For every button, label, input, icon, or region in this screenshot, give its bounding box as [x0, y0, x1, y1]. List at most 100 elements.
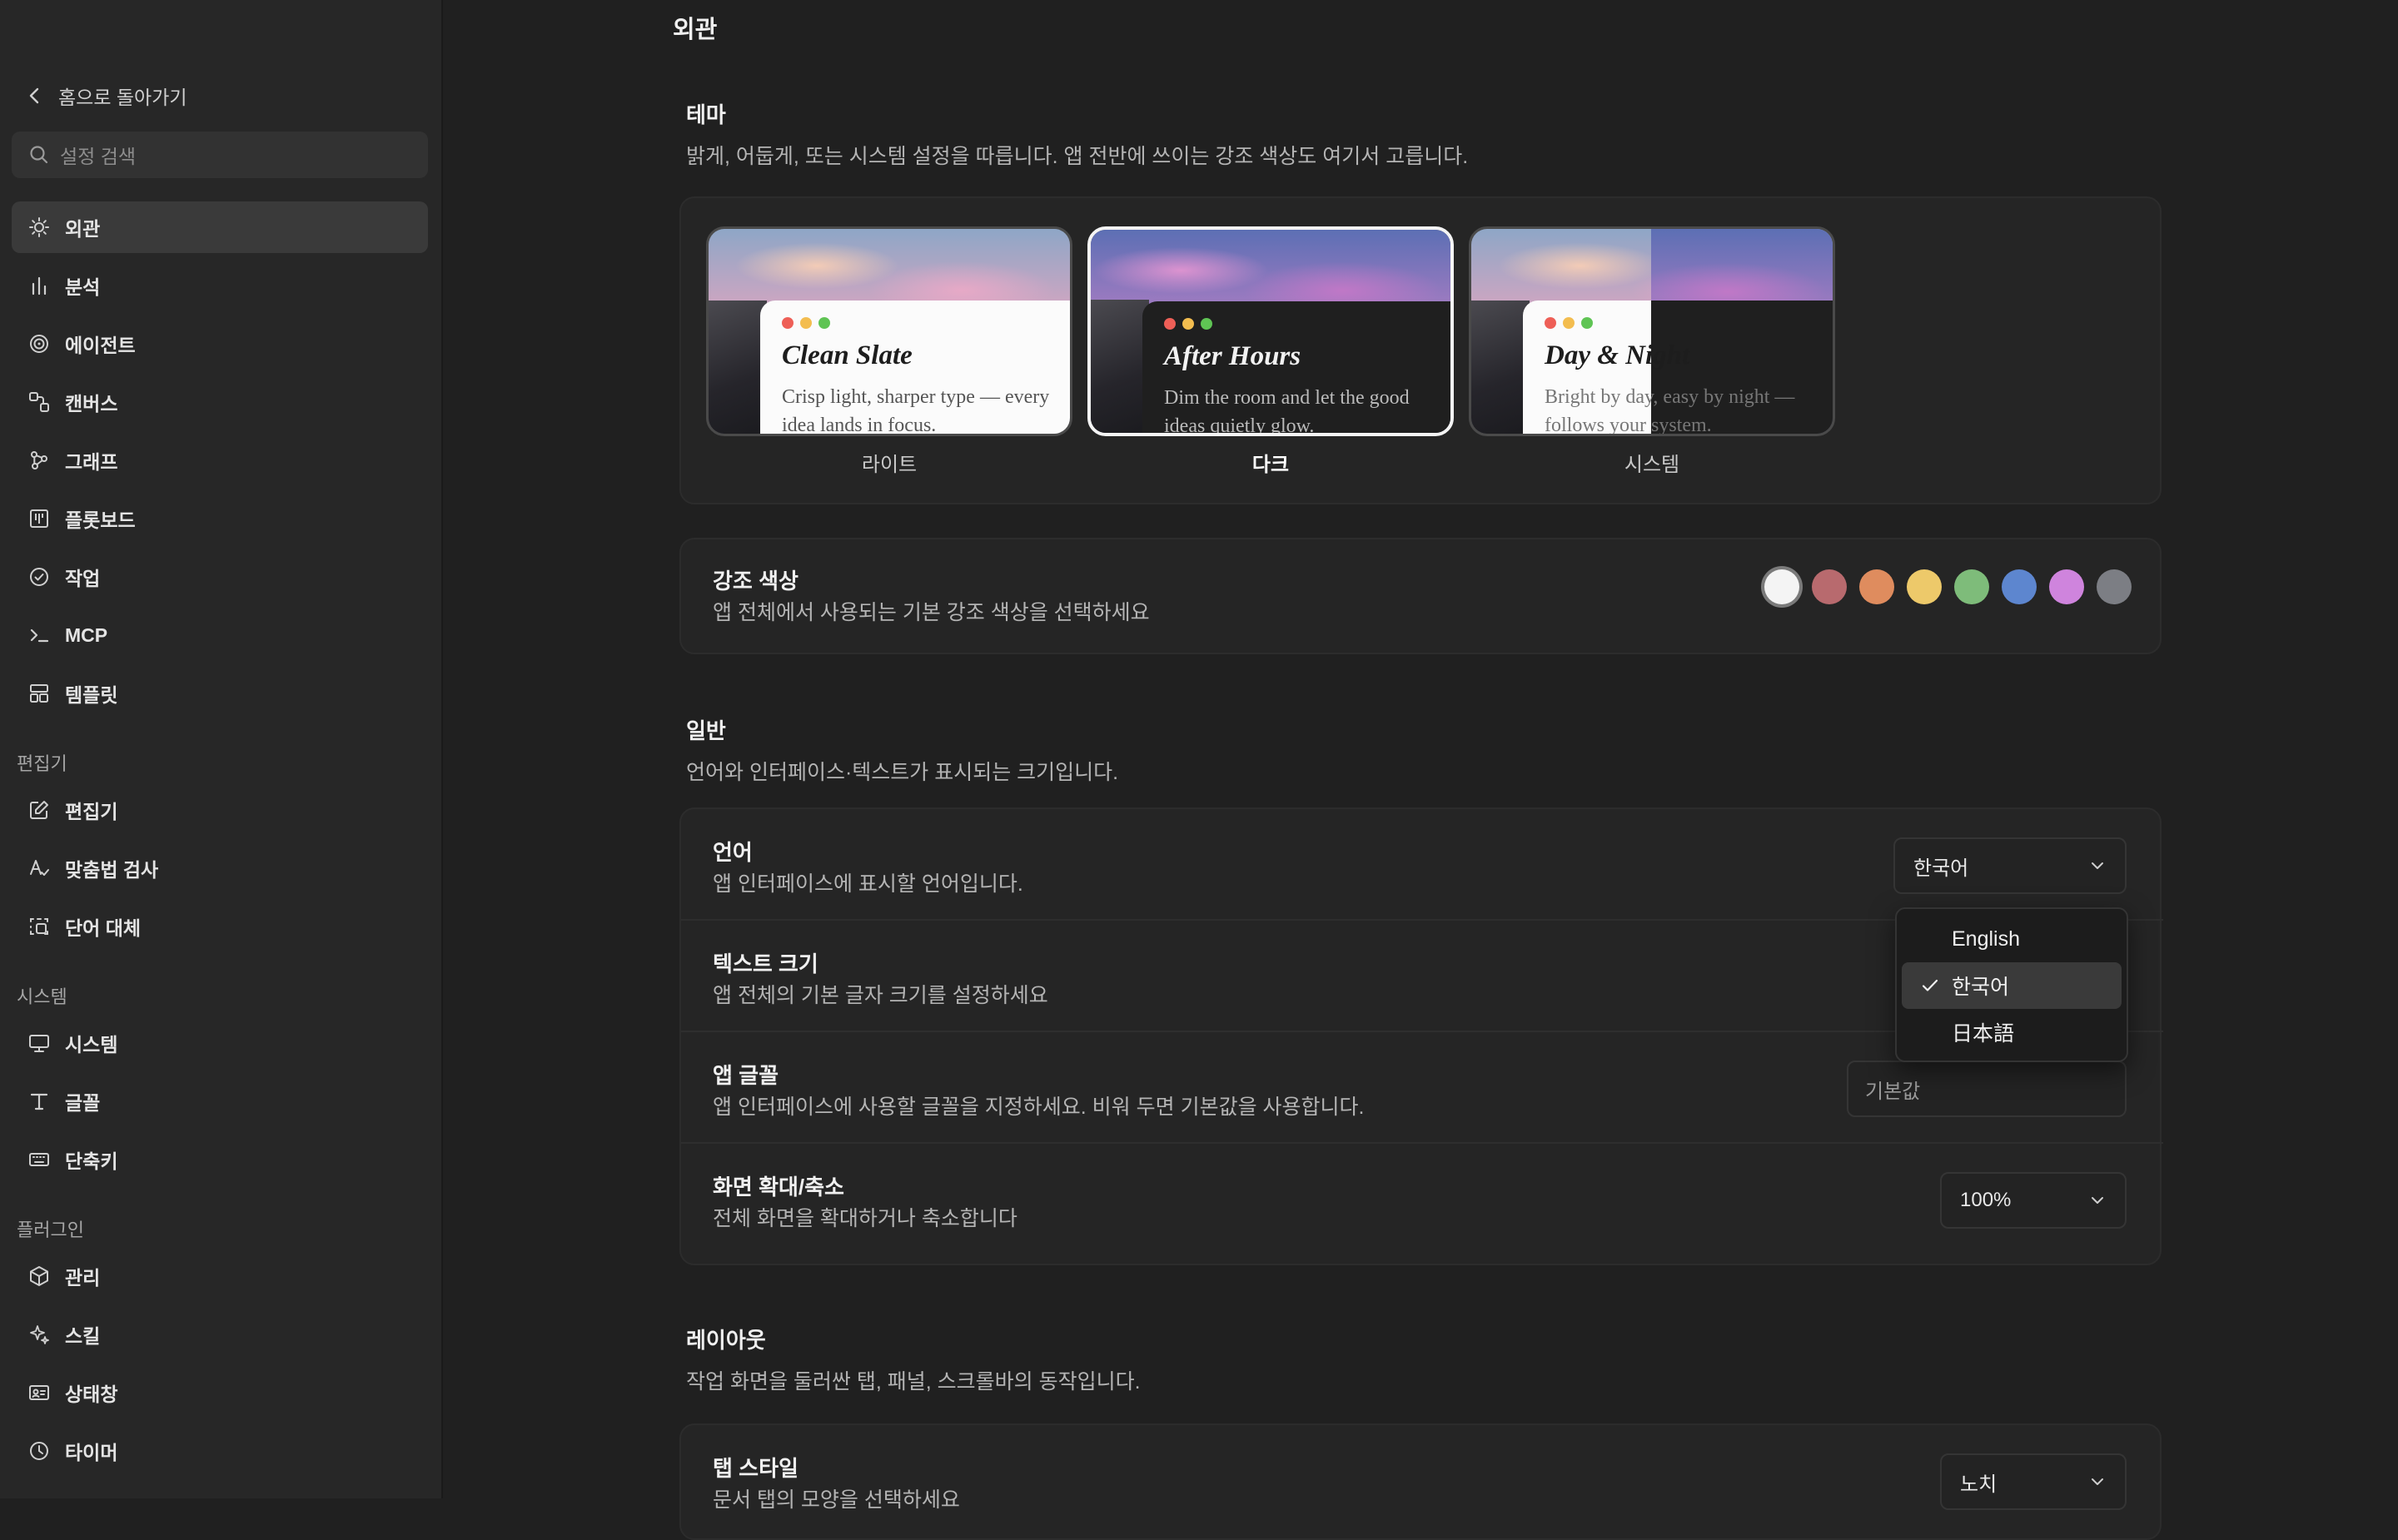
- template-icon: [30, 684, 48, 703]
- sidebar-item-graph[interactable]: 그래프: [12, 435, 428, 486]
- sidebar-item-label: 스킬: [65, 1325, 101, 1347]
- language-option-korean[interactable]: 한국어: [1902, 962, 2122, 1009]
- settings-main: 외관 테마 밝게, 어둡게, 또는 시스템 설정을 따릅니다. 앱 전반에 쓰이…: [445, 0, 2398, 1540]
- sidebar-item-word-replace[interactable]: 단어 대체: [12, 901, 428, 952]
- accent-color-card: 강조 색상 앱 전체에서 사용되는 기본 강조 색상을 선택하세요: [679, 538, 2162, 654]
- accent-swatch-white[interactable]: [1764, 569, 1799, 604]
- sidebar-item-shortcuts[interactable]: 단축키: [12, 1134, 428, 1185]
- layout-card: 탭 스타일 문서 탭의 모양을 선택하세요 노치: [679, 1423, 2162, 1540]
- sidebar-item-label: 작업: [65, 568, 101, 589]
- traffic-dot: [1581, 317, 1593, 329]
- theme-window-light: Clean Slate Crisp light, sharper type — …: [760, 301, 1070, 434]
- language-desc: 앱 인터페이스에 표시할 언어입니다.: [713, 872, 1023, 896]
- type-icon: [30, 1093, 48, 1110]
- accent-swatch-blue[interactable]: [2002, 569, 2037, 604]
- general-section-title: 일반: [686, 718, 726, 743]
- sidebar-item-analytics[interactable]: 분석: [12, 260, 428, 311]
- theme-section-title: 테마: [686, 102, 726, 127]
- sidebar-item-label: 단축키: [65, 1150, 118, 1172]
- chevron-down-icon: [2092, 1478, 2103, 1485]
- app-font-desc: 앱 인터페이스에 사용할 글꼴을 지정하세요. 비워 두면 기본값을 사용합니다…: [713, 1095, 1365, 1119]
- theme-label: 라이트: [861, 454, 918, 476]
- sidebar-item-templates[interactable]: 템플릿: [12, 668, 428, 719]
- edit-icon: [30, 801, 48, 819]
- sparkle-icon: [30, 1325, 49, 1344]
- sidebar-item-system[interactable]: 시스템: [12, 1017, 428, 1069]
- app-font-input[interactable]: 기본값: [1847, 1061, 2127, 1117]
- tab-style-select[interactable]: 노치: [1940, 1453, 2127, 1510]
- language-row: 언어 앱 인터페이스에 표시할 언어입니다. 한국어: [681, 809, 2163, 921]
- sidebar-item-tasks[interactable]: 작업: [12, 551, 428, 603]
- sidebar-item-plotboard[interactable]: 플롯보드: [12, 493, 428, 544]
- accent-swatch-red[interactable]: [1812, 569, 1847, 604]
- terminal-icon: [30, 628, 49, 643]
- back-to-home-link[interactable]: 홈으로 돌아가기: [27, 80, 187, 112]
- clock-icon: [30, 1442, 48, 1460]
- replace-icon: [30, 918, 48, 935]
- accent-swatch-orange[interactable]: [1859, 569, 1894, 604]
- chevron-down-icon: [2092, 1197, 2103, 1204]
- zoom-desc: 전체 화면을 확대하거나 축소합니다: [713, 1207, 1017, 1230]
- theme-label: 시스템: [1624, 454, 1680, 476]
- language-option-label: 한국어: [1952, 976, 2010, 999]
- check-icon: [1922, 979, 1938, 991]
- accent-swatch-yellow[interactable]: [1907, 569, 1942, 604]
- sidebar-item-canvas[interactable]: 캔버스: [12, 376, 428, 428]
- sidebar-item-label: 타이머: [65, 1442, 118, 1463]
- accent-swatches: [1764, 569, 2132, 604]
- theme-window-dark: After Hours Dim the room and let the goo…: [1142, 301, 1450, 433]
- sidebar-item-spellcheck[interactable]: 맞춤법 검사: [12, 842, 428, 894]
- theme-desc: Bright by day, easy by night — follows y…: [1545, 386, 1795, 436]
- general-section-desc: 언어와 인터페이스·텍스트가 표시되는 크기입니다.: [686, 761, 1119, 784]
- theme-name: Clean Slate: [782, 340, 913, 370]
- sun-icon: [29, 217, 49, 237]
- monitor-icon: [29, 1035, 49, 1052]
- sidebar: 홈으로 돌아가기 설정 검색 외관 분석 에이전트 캔버스 그래프 플롯보드 작…: [0, 0, 443, 1498]
- sidebar-item-appearance[interactable]: 외관: [12, 201, 428, 253]
- sidebar-item-label: 에이전트: [65, 335, 136, 356]
- sidebar-item-label: 맞춤법 검사: [65, 859, 159, 881]
- theme-preview-system: Day & Night Bright by day, easy by night…: [1469, 226, 1835, 436]
- sidebar-item-label: 편집기: [65, 801, 118, 822]
- zoom-select[interactable]: 100%: [1940, 1172, 2127, 1229]
- sidebar-item-mcp[interactable]: MCP: [12, 609, 428, 661]
- traffic-dot: [1545, 317, 1556, 329]
- language-option-label: 日本語: [1952, 1022, 2015, 1046]
- sidebar-item-manage[interactable]: 관리: [12, 1250, 428, 1302]
- accent-swatch-purple[interactable]: [2049, 569, 2084, 604]
- language-dropdown-menu: English 한국어 日本語: [1895, 907, 2128, 1062]
- language-select-value: 한국어: [1913, 857, 1969, 880]
- accent-swatch-green[interactable]: [1954, 569, 1989, 604]
- tab-style-desc: 문서 탭의 모양을 선택하세요: [713, 1488, 960, 1512]
- chevron-left-icon: [29, 87, 39, 104]
- zoom-select-value: 100%: [1960, 1189, 2012, 1211]
- sidebar-item-editor[interactable]: 편집기: [12, 784, 428, 836]
- language-option-english[interactable]: English: [1902, 916, 2122, 962]
- language-select[interactable]: 한국어: [1893, 837, 2127, 894]
- sidebar-item-label: 그래프: [65, 451, 118, 473]
- sidebar-item-label: 관리: [65, 1267, 101, 1289]
- chevron-down-icon: [2092, 862, 2103, 869]
- sidebar-item-timer[interactable]: 타이머: [12, 1425, 428, 1477]
- sidebar-item-font[interactable]: 글꼴: [12, 1076, 428, 1127]
- tab-style-label: 탭 스타일: [713, 1456, 799, 1481]
- theme-option-light[interactable]: Clean Slate Crisp light, sharper type — …: [706, 226, 1072, 477]
- sidebar-item-label: 외관: [65, 218, 101, 240]
- sidebar-item-agent[interactable]: 에이전트: [12, 318, 428, 370]
- sidebar-item-label: 플롯보드: [65, 509, 136, 531]
- app-font-placeholder: 기본값: [1865, 1080, 1921, 1103]
- theme-option-dark[interactable]: After Hours Dim the room and let the goo…: [1087, 226, 1454, 477]
- settings-search-input[interactable]: 설정 검색: [12, 132, 428, 178]
- language-option-japanese[interactable]: 日本語: [1902, 1009, 2122, 1056]
- theme-name: Day & Night: [1545, 340, 1690, 370]
- accent-desc: 앱 전체에서 사용되는 기본 강조 색상을 선택하세요: [713, 601, 1150, 624]
- sidebar-item-statusbar[interactable]: 상태창: [12, 1367, 428, 1418]
- accent-swatch-gray[interactable]: [2097, 569, 2132, 604]
- spellcheck-icon: [30, 860, 49, 876]
- sidebar-item-label: 단어 대체: [65, 917, 142, 939]
- text-size-desc: 앱 전체의 기본 글자 크기를 설정하세요: [713, 984, 1048, 1007]
- section-label-system: 시스템: [17, 986, 67, 1007]
- theme-option-system[interactable]: Day & Night Bright by day, easy by night…: [1469, 226, 1835, 477]
- sidebar-item-skills[interactable]: 스킬: [12, 1309, 428, 1360]
- id-card-icon: [29, 1385, 49, 1400]
